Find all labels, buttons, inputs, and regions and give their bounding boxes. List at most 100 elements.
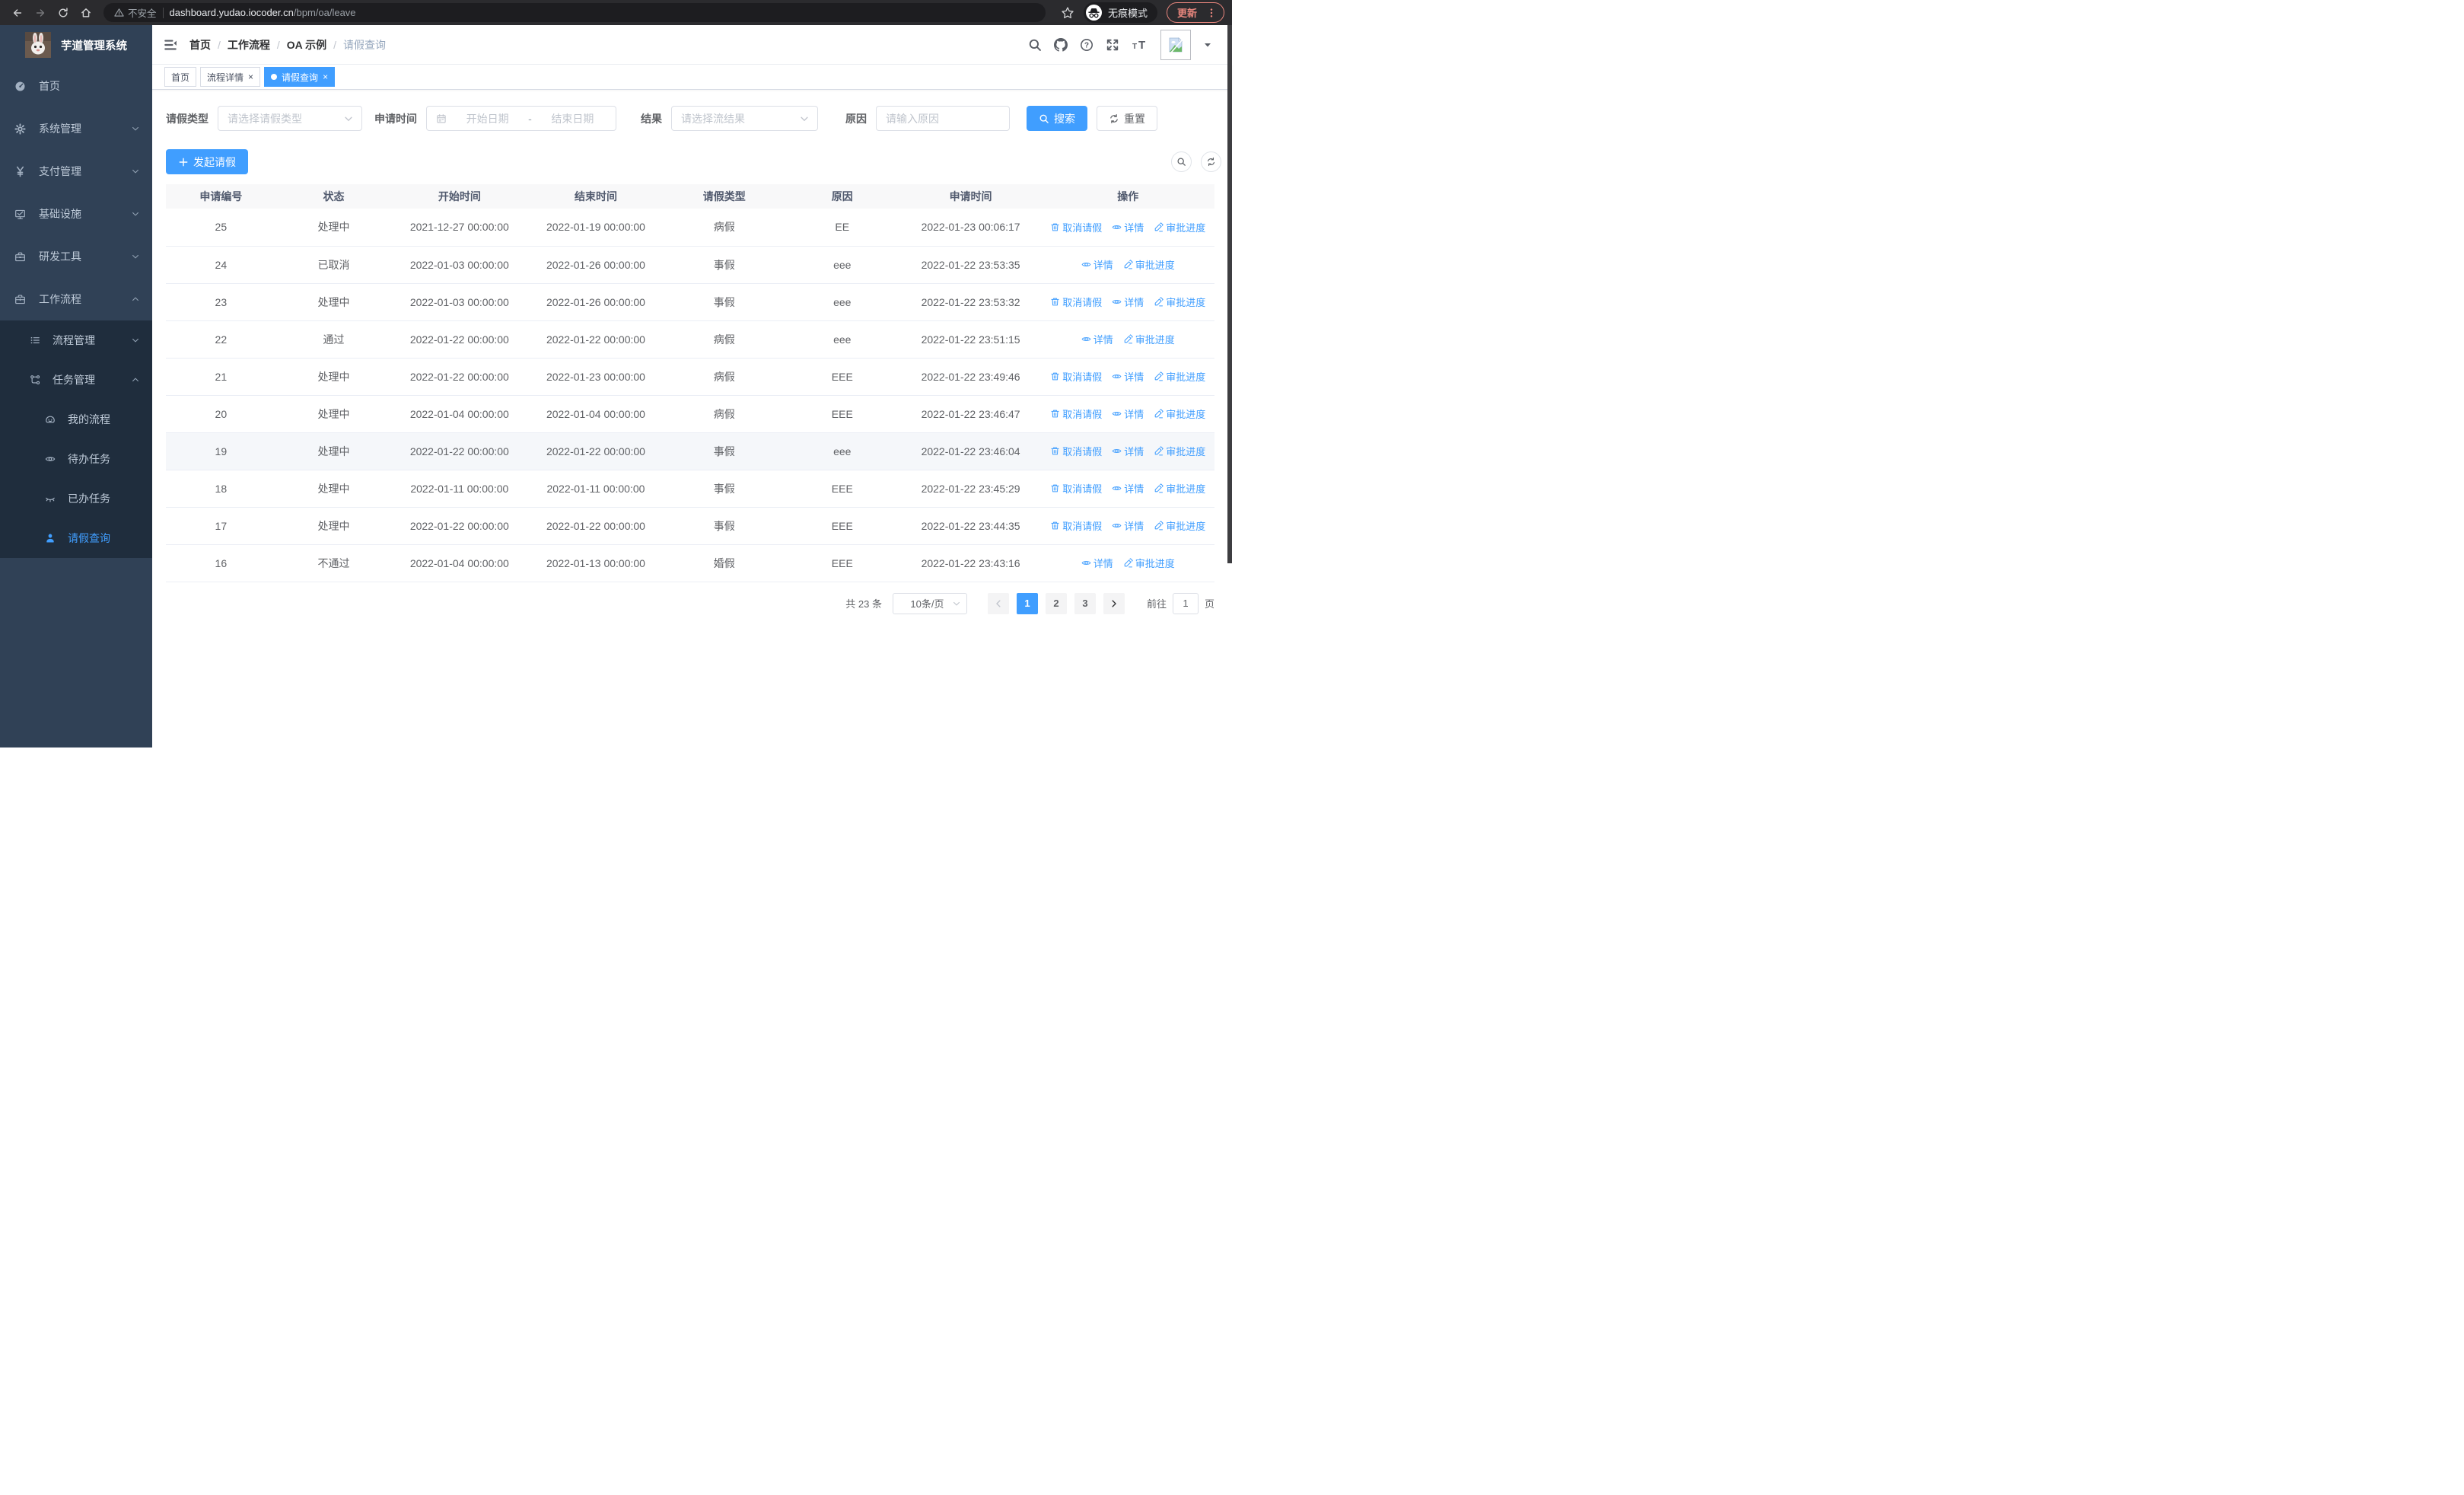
cell-apply-no: 25 xyxy=(166,209,276,247)
progress-link[interactable]: 审批进度 xyxy=(1123,257,1175,272)
browser-home-button[interactable] xyxy=(76,3,96,23)
toggle-search-button[interactable] xyxy=(1171,151,1192,172)
search-button[interactable]: 搜索 xyxy=(1027,106,1087,131)
github-icon[interactable] xyxy=(1054,37,1068,52)
toolbox-icon xyxy=(14,251,26,263)
detail-link[interactable]: 详情 xyxy=(1081,257,1113,272)
close-tab-icon[interactable]: × xyxy=(323,72,328,81)
breadcrumb-item[interactable]: 首页 xyxy=(189,37,211,53)
cell-operations: 取消请假 详情 审批进度 xyxy=(1041,209,1214,247)
page-size-select[interactable]: 10条/页 xyxy=(892,592,967,614)
page-button-1[interactable]: 1 xyxy=(1016,592,1038,614)
leave-type-select[interactable]: 请选择请假类型 xyxy=(218,106,362,131)
view-icon xyxy=(1112,222,1122,232)
reset-button[interactable]: 重置 xyxy=(1097,106,1157,131)
breadcrumb-item[interactable]: 工作流程 xyxy=(228,37,270,53)
sidebar-item-done-tasks[interactable]: 已办任务 xyxy=(0,479,152,518)
app-logo[interactable]: 芋道管理系统 xyxy=(0,25,152,65)
row-operations: 详情 审批进度 xyxy=(1042,556,1214,570)
page-button-3[interactable]: 3 xyxy=(1074,592,1096,614)
progress-link[interactable]: 审批进度 xyxy=(1123,332,1175,346)
progress-link[interactable]: 审批进度 xyxy=(1154,220,1205,234)
apply-time-range-picker[interactable]: 开始日期 - 结束日期 xyxy=(426,106,616,131)
sidebar-item-devtools[interactable]: 研发工具 xyxy=(0,235,152,278)
cancel-leave-link[interactable]: 取消请假 xyxy=(1050,444,1102,458)
browser-reload-button[interactable] xyxy=(53,3,73,23)
progress-link[interactable]: 审批进度 xyxy=(1154,295,1205,309)
page-button-2[interactable]: 2 xyxy=(1045,592,1067,614)
next-page-button[interactable] xyxy=(1103,592,1125,614)
cancel-leave-link[interactable]: 取消请假 xyxy=(1050,369,1102,384)
sidebar-item-process-mgmt[interactable]: 流程管理 xyxy=(0,320,152,360)
fullscreen-icon[interactable] xyxy=(1106,38,1119,52)
tab-process-detail[interactable]: 流程详情 × xyxy=(200,67,261,87)
tab-home[interactable]: 首页 xyxy=(164,67,197,87)
reason-input[interactable] xyxy=(876,106,1010,131)
prev-page-button[interactable] xyxy=(987,592,1009,614)
sidebar-item-todo-tasks[interactable]: 待办任务 xyxy=(0,439,152,479)
result-select[interactable]: 请选择流结果 xyxy=(671,106,818,131)
breadcrumb-item[interactable]: OA 示例 xyxy=(287,37,326,53)
svg-text:T: T xyxy=(1132,43,1137,51)
help-icon[interactable]: ? xyxy=(1080,38,1094,52)
cancel-leave-link[interactable]: 取消请假 xyxy=(1050,481,1102,496)
refresh-table-button[interactable] xyxy=(1201,151,1221,172)
detail-link[interactable]: 详情 xyxy=(1112,444,1144,458)
avatar-caret-icon[interactable] xyxy=(1203,40,1212,49)
detail-link[interactable]: 详情 xyxy=(1112,295,1144,309)
op-label: 取消请假 xyxy=(1062,521,1103,532)
sidebar-item-leave-query[interactable]: 请假查询 xyxy=(0,518,152,558)
sidebar-item-infra[interactable]: 基础设施 xyxy=(0,193,152,235)
sidebar-item-task-mgmt[interactable]: 任务管理 xyxy=(0,360,152,400)
plus-icon xyxy=(178,157,189,167)
detail-link[interactable]: 详情 xyxy=(1081,556,1113,570)
detail-link[interactable]: 详情 xyxy=(1081,332,1113,346)
bookmark-star-icon[interactable] xyxy=(1061,6,1074,20)
address-bar[interactable]: 不安全 dashboard.yudao.iocoder.cn/bpm/oa/le… xyxy=(103,3,1046,22)
search-icon xyxy=(1039,113,1049,124)
close-tab-icon[interactable]: × xyxy=(248,72,253,81)
progress-link[interactable]: 审批进度 xyxy=(1154,369,1205,384)
security-indicator[interactable]: 不安全 xyxy=(114,5,157,20)
goto-page-input[interactable] xyxy=(1172,592,1199,614)
tab-leave-query[interactable]: 请假查询 × xyxy=(264,67,336,87)
browser-menu-dots-icon[interactable] xyxy=(1206,8,1217,18)
sidebar-item-my-process[interactable]: 我的流程 xyxy=(0,400,152,439)
cancel-leave-link[interactable]: 取消请假 xyxy=(1050,295,1102,309)
browser-back-button[interactable] xyxy=(8,3,27,23)
sidebar-item-workflow[interactable]: 工作流程 xyxy=(0,278,152,320)
detail-link[interactable]: 详情 xyxy=(1112,369,1144,384)
cell-start-time: 2022-01-11 00:00:00 xyxy=(391,470,528,508)
cell-operations: 详情 审批进度 xyxy=(1041,320,1214,359)
progress-link[interactable]: 审批进度 xyxy=(1123,556,1175,570)
cancel-leave-link[interactable]: 取消请假 xyxy=(1050,406,1102,421)
create-leave-button[interactable]: 发起请假 xyxy=(166,149,248,174)
cancel-leave-link[interactable]: 取消请假 xyxy=(1050,220,1102,234)
font-size-icon[interactable]: TT xyxy=(1132,38,1148,52)
pagination: 共 23 条 10条/页 123 前往 页 xyxy=(166,592,1214,614)
detail-link[interactable]: 详情 xyxy=(1112,481,1144,496)
cell-apply-time: 2022-01-22 23:46:04 xyxy=(899,432,1042,470)
sidebar-item-home[interactable]: 首页 xyxy=(0,65,152,107)
browser-update-button[interactable]: 更新 xyxy=(1166,2,1224,23)
edit-icon xyxy=(1123,334,1133,344)
row-operations: 详情 审批进度 xyxy=(1042,257,1214,272)
detail-link[interactable]: 详情 xyxy=(1112,518,1144,533)
detail-link[interactable]: 详情 xyxy=(1112,220,1144,234)
cancel-leave-link[interactable]: 取消请假 xyxy=(1050,518,1102,533)
cell-end-time: 2022-01-22 00:00:00 xyxy=(527,507,664,545)
header-search-icon[interactable] xyxy=(1028,38,1042,52)
user-avatar[interactable] xyxy=(1160,29,1191,60)
sidebar-collapse-icon[interactable] xyxy=(164,38,177,52)
progress-link[interactable]: 审批进度 xyxy=(1154,406,1205,421)
cell-leave-type: 事假 xyxy=(664,507,785,545)
detail-link[interactable]: 详情 xyxy=(1112,406,1144,421)
browser-forward-button[interactable] xyxy=(30,3,50,23)
progress-link[interactable]: 审批进度 xyxy=(1154,481,1205,496)
page-scrollbar[interactable] xyxy=(1227,25,1232,563)
cell-reason: eee xyxy=(784,432,900,470)
progress-link[interactable]: 审批进度 xyxy=(1154,444,1205,458)
sidebar-item-system[interactable]: 系统管理 xyxy=(0,107,152,150)
sidebar-item-payment[interactable]: 支付管理 xyxy=(0,150,152,193)
progress-link[interactable]: 审批进度 xyxy=(1154,518,1205,533)
